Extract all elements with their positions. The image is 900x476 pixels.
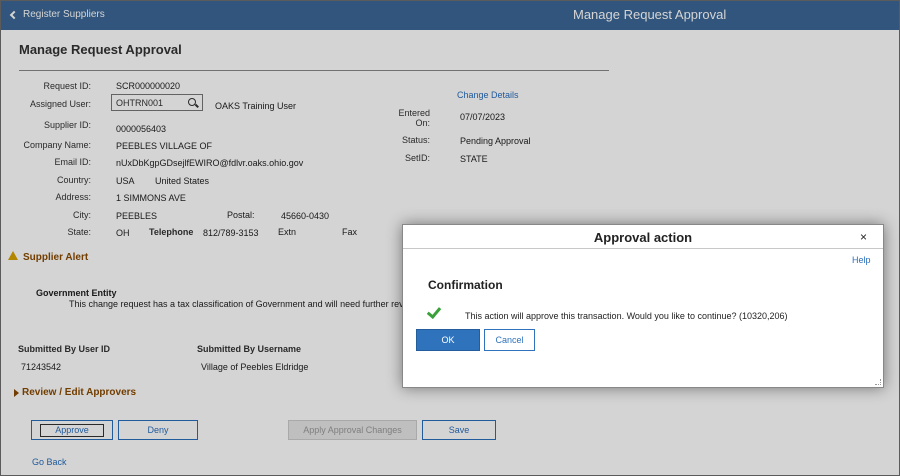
dialog-title: Approval action xyxy=(593,230,693,245)
resize-grip-icon[interactable] xyxy=(875,379,881,385)
confirmation-title: Confirmation xyxy=(428,278,503,292)
close-icon[interactable]: × xyxy=(860,230,867,244)
cancel-button[interactable]: Cancel xyxy=(484,329,535,351)
ok-button[interactable]: OK xyxy=(416,329,480,351)
checkmark-icon xyxy=(426,303,442,320)
help-link[interactable]: Help xyxy=(852,255,871,265)
approval-action-dialog: Approval action × Help Confirmation This… xyxy=(402,224,884,388)
confirmation-message: This action will approve this transactio… xyxy=(465,311,788,321)
dialog-header: Approval action × xyxy=(403,225,883,249)
